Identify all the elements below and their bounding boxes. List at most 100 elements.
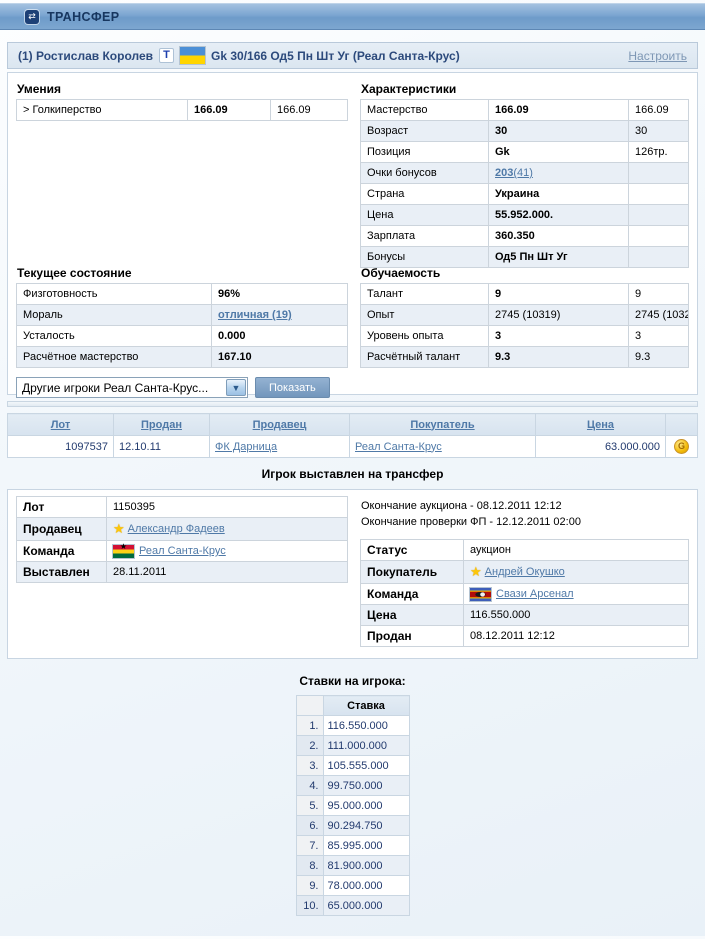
train-label: Уровень опыта [361,326,489,347]
table-row: Выставлен 28.11.2011 [17,562,348,583]
chevron-down-icon[interactable]: ▼ [226,379,246,396]
table-row: 5.95.000.000 [296,796,409,816]
table-row: Покупатель ★Андрей Окушко [361,561,689,584]
col-header-price[interactable]: Цена [536,414,666,436]
skill-label[interactable]: > Голкиперство [17,100,188,121]
bid-rank: 1. [296,716,323,736]
history-price: 63.000.000 [536,436,666,458]
transfer-history: Лот Продан Продавец Покупатель Цена 1097… [7,413,698,458]
transfer-icon: ⇄ [25,10,39,24]
train-value: 9 [489,284,629,305]
table-row: Лот 1150395 [17,497,348,518]
lot-info-table: Лот 1150395 Продавец ★Александр Фадеев К… [16,496,348,583]
table-row: 1097537 12.10.11 ФК Дарница Реал Санта-К… [8,436,698,458]
seller-label: Продавец [17,518,107,541]
seller-team-link[interactable]: Реал Санта-Крус [139,545,226,557]
buyer-link[interactable]: Андрей Окушко [485,566,565,578]
char-value: 55.952.000. [489,205,629,226]
train-label: Талант [361,284,489,305]
other-players-select-value: Другие игроки Реал Санта-Крус... [22,381,208,395]
trainability-heading: Обучаемость [361,266,689,280]
col-header-buyer[interactable]: Покупатель [350,414,536,436]
table-row: Мораль отличная (19) [17,305,348,326]
bid-rank: 10. [296,896,323,916]
bid-column-header: Ставка [323,696,409,716]
bid-value: 105.555.000 [323,756,409,776]
skills-table: > Голкиперство 166.09 166.09 [16,99,348,121]
char-label: Очки бонусов [361,163,489,184]
current-state-table: Физготовность 96% Мораль отличная (19) У… [16,283,348,368]
settings-link[interactable]: Настроить [628,49,687,63]
buyer-team-link[interactable]: Свази Арсенал [496,588,574,600]
table-row: Страна Украина [361,184,689,205]
bid-value: 65.000.000 [323,896,409,916]
seller-cell: ★Александр Фадеев [107,518,348,541]
table-row: Расчётный талант 9.3 9.3 [361,347,689,368]
table-row: > Голкиперство 166.09 166.09 [17,100,348,121]
auction-price-value: 116.550.000 [464,605,689,626]
table-row: Продан 08.12.2011 12:12 [361,626,689,647]
skills-heading: Умения [17,82,348,96]
table-row: Продавец ★Александр Фадеев [17,518,348,541]
player-name: (1) Ростислав Королев [18,49,153,63]
bid-rank-header [296,696,323,716]
auction-panel: Лот 1150395 Продавец ★Александр Фадеев К… [7,489,698,659]
train-value: 9.3 [489,347,629,368]
table-row: 9.78.000.000 [296,876,409,896]
table-row: Усталость 0.000 [17,326,348,347]
show-button[interactable]: Показать [255,377,330,398]
table-row: Возраст 30 30 [361,121,689,142]
train-value2: 9.3 [629,347,689,368]
table-row: Расчётное мастерство 167.10 [17,347,348,368]
char-value: Украина [489,184,629,205]
bid-rank: 6. [296,816,323,836]
bid-rank: 4. [296,776,323,796]
table-row: Цена 55.952.000. [361,205,689,226]
status-value: аукцион [464,540,689,561]
char-value: Gk [489,142,629,163]
seller-team-flag-icon: ★ [113,545,134,558]
train-value: 3 [489,326,629,347]
table-row: Статус аукцион [361,540,689,561]
col-header-lot[interactable]: Лот [8,414,114,436]
state-value: 167.10 [212,347,348,368]
bid-rank: 2. [296,736,323,756]
bid-rank: 8. [296,856,323,876]
bid-value: 90.294.750 [323,816,409,836]
bid-rank: 3. [296,756,323,776]
train-value2: 2745 (10322) [629,305,689,326]
col-header-seller[interactable]: Продавец [210,414,350,436]
fp-check-end-line: Окончание проверки ФП - 12.12.2011 02:00 [361,514,689,530]
bids-heading: Ставки на игрока: [0,674,705,688]
listed-label: Выставлен [17,562,107,583]
char-value2 [629,226,689,247]
bid-value: 111.000.000 [323,736,409,756]
col-header-sold[interactable]: Продан [114,414,210,436]
bid-value: 99.750.000 [323,776,409,796]
table-row: 7.85.995.000 [296,836,409,856]
other-players-select[interactable]: Другие игроки Реал Санта-Крус... ▼ [16,377,248,398]
train-value2: 3 [629,326,689,347]
state-value: 96% [212,284,348,305]
morale-link[interactable]: отличная (19) [218,309,292,321]
table-header-row: Ставка [296,696,409,716]
table-row: 3.105.555.000 [296,756,409,776]
table-header-row: Лот Продан Продавец Покупатель Цена [8,414,698,436]
bonus-points-link[interactable]: 203 [495,167,513,179]
lot-number: 1150395 [107,497,348,518]
char-label: Зарплата [361,226,489,247]
player-summary: Gk 30/166 Од5 Пн Шт Уг (Реал Санта-Крус) [211,49,460,63]
buyer-team-cell: Свази Арсенал [464,584,689,605]
section-divider [7,401,698,407]
history-lot: 1097537 [8,436,114,458]
star-icon: ★ [113,521,125,537]
table-row: Мастерство 166.09 166.09 [361,100,689,121]
bonus-points-extra-link[interactable]: (41) [513,167,533,179]
table-row: Команда Свази Арсенал [361,584,689,605]
table-row: Уровень опыта 3 3 [361,326,689,347]
table-row: 6.90.294.750 [296,816,409,836]
train-label: Расчётный талант [361,347,489,368]
seller-link[interactable]: Александр Фадеев [128,523,225,535]
char-value2: 126тр. [629,142,689,163]
experience-note: (10319) [519,309,560,321]
